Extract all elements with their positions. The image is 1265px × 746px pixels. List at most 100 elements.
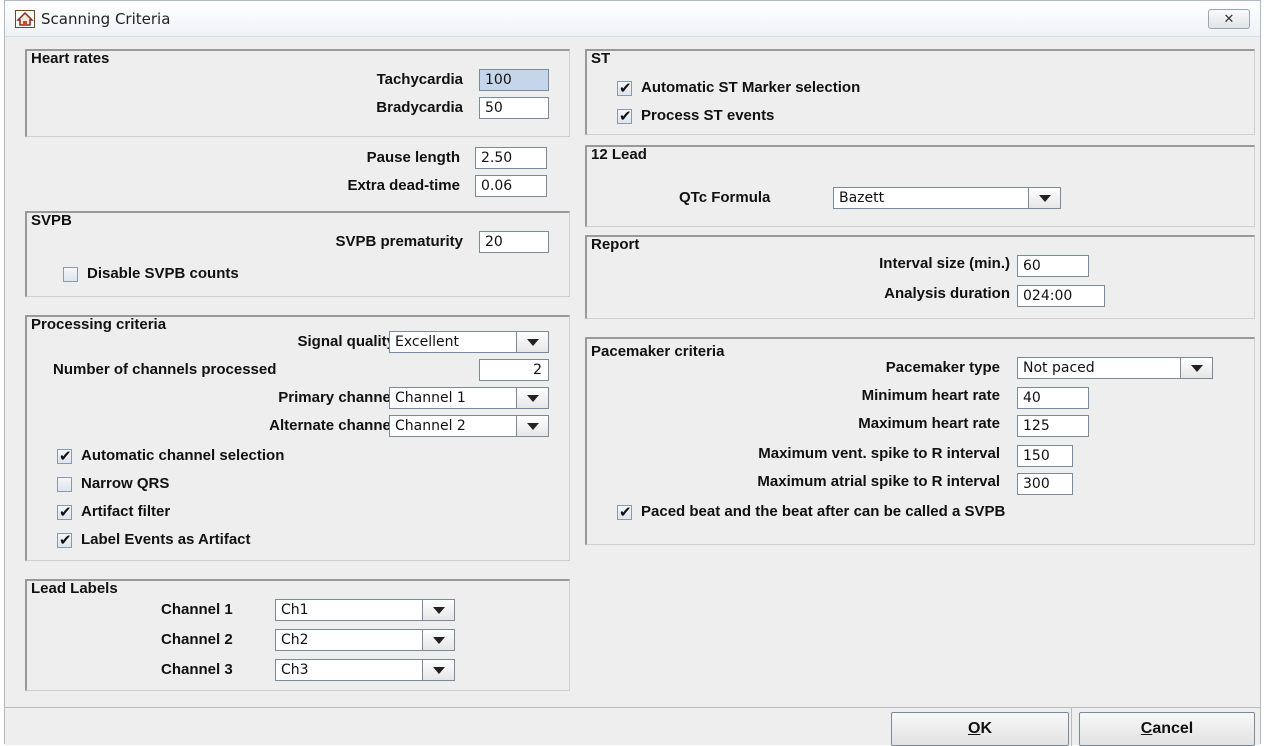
title-bar: Scanning Criteria ✕ [5, 1, 1260, 37]
primary-channel-label: Primary channel [278, 389, 395, 406]
extra-dead-time-label: Extra dead-time [347, 177, 460, 194]
vent-spike-input[interactable]: 150 [1017, 445, 1073, 467]
lead-labels-panel: Lead Labels Channel 1 Ch1 Channel 2 Ch2 … [25, 579, 570, 691]
pacemaker-type-select[interactable]: Not paced [1017, 357, 1213, 379]
primary-channel-select[interactable]: Channel 1 [389, 387, 549, 409]
lead-channel3-label: Channel 3 [161, 661, 233, 678]
channels-processed-input[interactable]: 2 [479, 359, 549, 381]
auto-st-marker-label: Automatic ST Marker selection [641, 79, 861, 96]
report-panel: Report Interval size (min.) 60 Analysis … [585, 235, 1255, 319]
st-panel: ST ✔ Automatic ST Marker selection ✔ Pro… [585, 49, 1255, 135]
alternate-channel-value: Channel 2 [395, 418, 466, 434]
alternate-channel-label: Alternate channel [269, 417, 395, 434]
auto-channel-selection-checkbox[interactable]: ✔ [57, 447, 72, 465]
lead-channel3-value: Ch3 [281, 662, 309, 678]
pause-length-label: Pause length [366, 149, 460, 166]
lead-channel1-value: Ch1 [281, 602, 309, 618]
svpb-panel: SVPB SVPB prematurity 20 Disable SVPB co… [25, 211, 570, 297]
check-icon: ✔ [59, 503, 72, 521]
narrow-qrs-label: Narrow QRS [81, 475, 170, 492]
qtc-formula-select[interactable]: Bazett [833, 187, 1061, 209]
button-bar: OK Cancel [5, 707, 1260, 746]
disable-svpb-counts-checkbox[interactable] [63, 267, 78, 282]
bradycardia-label: Bradycardia [376, 99, 463, 116]
process-st-events-checkbox[interactable]: ✔ [617, 107, 632, 125]
tachycardia-input[interactable]: 100 [479, 69, 549, 91]
svpb-prematurity-input[interactable]: 20 [479, 231, 549, 253]
twelve-lead-title: 12 Lead [591, 146, 647, 163]
artifact-filter-checkbox[interactable]: ✔ [57, 503, 72, 521]
chevron-down-icon [527, 395, 539, 402]
paced-beat-svpb-checkbox[interactable]: ✔ [617, 503, 632, 521]
min-heart-rate-input[interactable]: 40 [1017, 387, 1089, 409]
atrial-spike-label: Maximum atrial spike to R interval [757, 473, 1000, 490]
alternate-channel-dropdown-button[interactable] [516, 416, 548, 436]
chevron-down-icon [1039, 195, 1051, 202]
signal-quality-select[interactable]: Excellent [389, 331, 549, 353]
report-title: Report [591, 236, 640, 253]
auto-st-marker-checkbox[interactable]: ✔ [617, 79, 632, 97]
pause-length-input[interactable]: 2.50 [475, 147, 547, 169]
chevron-down-icon [433, 637, 445, 644]
lead-channel2-dropdown-button[interactable] [422, 630, 454, 650]
lead-channel3-select[interactable]: Ch3 [275, 659, 455, 681]
extra-dead-time-input[interactable]: 0.06 [475, 175, 547, 197]
atrial-spike-input[interactable]: 300 [1017, 473, 1073, 495]
signal-quality-dropdown-button[interactable] [516, 332, 548, 352]
bradycardia-input[interactable]: 50 [479, 97, 549, 119]
disable-svpb-counts-label: Disable SVPB counts [87, 265, 239, 282]
pacemaker-criteria-title: Pacemaker criteria [591, 343, 725, 360]
paced-beat-svpb-label: Paced beat and the beat after can be cal… [641, 503, 1006, 520]
check-icon: ✔ [619, 107, 632, 125]
lead-channel2-select[interactable]: Ch2 [275, 629, 455, 651]
window-title: Scanning Criteria [41, 10, 171, 28]
lead-channel1-label: Channel 1 [161, 601, 233, 618]
chevron-down-icon [433, 667, 445, 674]
narrow-qrs-checkbox[interactable] [57, 477, 72, 492]
pacemaker-type-value: Not paced [1023, 360, 1095, 376]
lead-channel1-select[interactable]: Ch1 [275, 599, 455, 621]
label-events-artifact-checkbox[interactable]: ✔ [57, 531, 72, 549]
cancel-button[interactable]: Cancel [1079, 712, 1255, 746]
primary-channel-dropdown-button[interactable] [516, 388, 548, 408]
process-st-events-label: Process ST events [641, 107, 775, 124]
lead-channel2-value: Ch2 [281, 632, 309, 648]
chevron-down-icon [527, 423, 539, 430]
heart-rates-panel: Heart rates Tachycardia 100 Bradycardia … [25, 49, 570, 137]
pacemaker-type-dropdown-button[interactable] [1180, 358, 1212, 378]
interval-size-input[interactable]: 60 [1017, 255, 1089, 277]
lead-channel1-dropdown-button[interactable] [422, 600, 454, 620]
primary-channel-value: Channel 1 [395, 390, 466, 406]
check-icon: ✔ [59, 447, 72, 465]
artifact-filter-label: Artifact filter [81, 503, 171, 520]
scanning-criteria-dialog: Scanning Criteria ✕ Heart rates Tachycar… [4, 0, 1261, 746]
heart-rates-title: Heart rates [31, 50, 110, 67]
close-button[interactable]: ✕ [1208, 9, 1250, 29]
svpb-prematurity-label: SVPB prematurity [335, 233, 463, 250]
lead-channel3-dropdown-button[interactable] [422, 660, 454, 680]
ok-label-rest: K [980, 720, 992, 737]
cancel-mnemonic: C [1140, 720, 1153, 737]
qtc-formula-value: Bazett [839, 190, 885, 206]
ok-button[interactable]: OK [891, 712, 1069, 746]
signal-quality-value: Excellent [395, 334, 459, 350]
close-icon: ✕ [1223, 11, 1235, 26]
chevron-down-icon [1191, 365, 1203, 372]
processing-criteria-title: Processing criteria [31, 316, 167, 333]
app-house-icon [15, 10, 35, 28]
lead-labels-title: Lead Labels [31, 580, 118, 597]
alternate-channel-select[interactable]: Channel 2 [389, 415, 549, 437]
qtc-formula-label: QTc Formula [679, 189, 771, 206]
svpb-title: SVPB [31, 212, 72, 229]
processing-criteria-panel: Processing criteria Signal quality Excel… [25, 315, 570, 561]
tachycardia-label: Tachycardia [376, 71, 463, 88]
check-icon: ✔ [59, 531, 72, 549]
cancel-label-rest: ancel [1152, 720, 1194, 737]
min-heart-rate-label: Minimum heart rate [861, 387, 1000, 404]
analysis-duration-input[interactable]: 024:00 [1017, 285, 1105, 307]
qtc-formula-dropdown-button[interactable] [1028, 188, 1060, 208]
channels-processed-label: Number of channels processed [53, 361, 277, 378]
max-heart-rate-input[interactable]: 125 [1017, 415, 1089, 437]
pacemaker-criteria-panel: Pacemaker criteria Pacemaker type Not pa… [585, 337, 1255, 545]
pacemaker-type-label: Pacemaker type [885, 359, 1000, 376]
